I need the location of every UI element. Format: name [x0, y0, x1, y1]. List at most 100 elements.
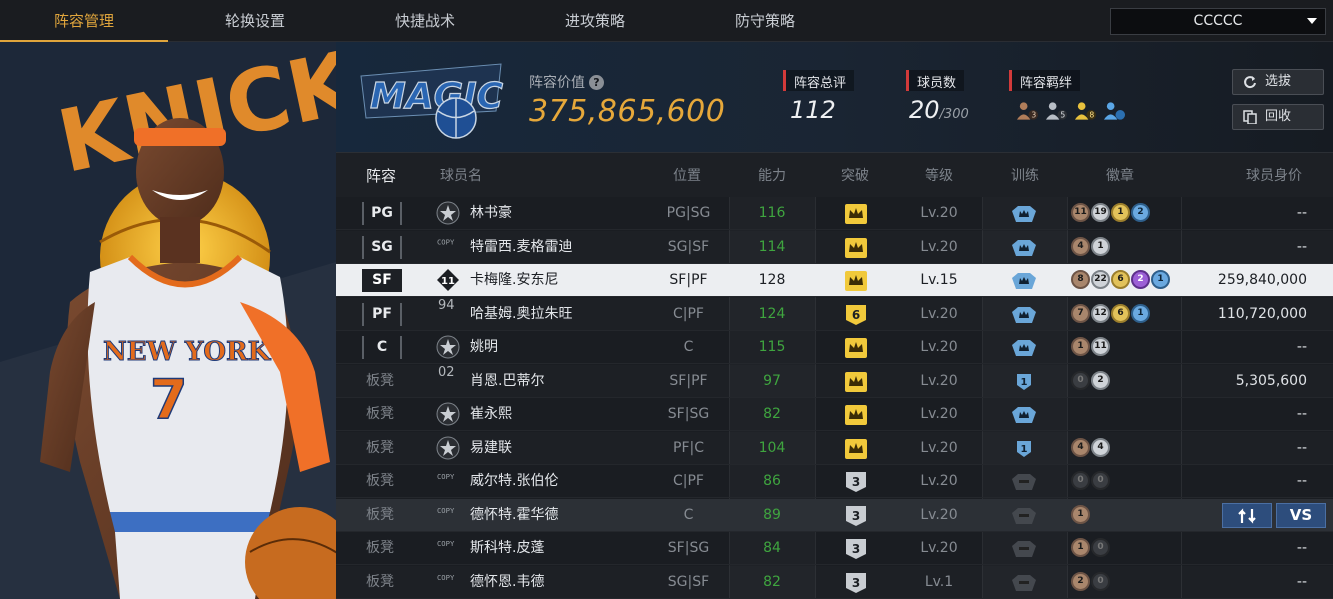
player-name[interactable]: 易建联 — [470, 432, 512, 465]
bench-slot[interactable]: 板凳 — [366, 398, 394, 431]
badge-chip[interactable]: 1 — [1071, 538, 1090, 557]
badge-chip[interactable]: 1 — [1151, 270, 1170, 289]
tab-quick-tactics[interactable]: 快捷战术 — [340, 0, 510, 42]
recycle-button[interactable]: 回收 — [1232, 104, 1324, 130]
bench-slot[interactable]: 板凳 — [366, 465, 394, 498]
bond-icon-bronze[interactable]: 3 — [1016, 100, 1039, 122]
breakthrough-number-text: 6 — [852, 308, 860, 322]
badge-chip[interactable]: 7 — [1071, 303, 1090, 323]
training-crown-icon — [1012, 273, 1036, 289]
badge-chip[interactable]: 1 — [1091, 236, 1110, 256]
bench-slot[interactable]: 板凳 — [366, 532, 394, 565]
vs-button[interactable]: VS — [1276, 502, 1326, 528]
badge-chip[interactable]: 1 — [1131, 303, 1150, 323]
player-position: SF|PF — [669, 272, 708, 288]
badge-chip[interactable]: 4 — [1071, 236, 1090, 256]
training-none-icon — [1012, 541, 1036, 557]
table-row[interactable]: 板凳 02 肖恩.巴蒂尔 SF|PF 97 Lv.20 1 0 2 5,305,600 — [336, 365, 1333, 398]
col-header-training[interactable]: 训练 — [1011, 165, 1039, 185]
badge-chip[interactable]: 4 — [1091, 437, 1110, 457]
copy-card-icon: COPY — [436, 237, 455, 247]
tab-rotation[interactable]: 轮换设置 — [170, 0, 340, 42]
swap-button[interactable] — [1222, 502, 1272, 528]
col-header-level[interactable]: 等级 — [925, 165, 953, 185]
badge-chip[interactable]: 2 — [1091, 370, 1110, 390]
player-name[interactable]: 崔永熙 — [470, 398, 512, 431]
col-header-position[interactable]: 位置 — [673, 165, 701, 185]
player-ability: 128 — [758, 272, 786, 288]
svg-text:5: 5 — [1060, 111, 1065, 120]
table-row[interactable]: 板凳 COPY 斯科特.皮蓬 SF|SG 84 3 Lv.20 1 0 -- — [336, 532, 1333, 565]
table-row[interactable]: PF 94 哈基姆.奥拉朱旺 C|PF 124 6 Lv.20 7 12 6 1 110,720,00… — [336, 298, 1333, 331]
team-select-dropdown[interactable]: CCCCC — [1110, 8, 1326, 35]
badge-chip[interactable]: 12 — [1091, 303, 1110, 323]
player-name[interactable]: 肖恩.巴蒂尔 — [470, 365, 544, 398]
table-row[interactable]: 板凳 COPY 德怀恩.韦德 SG|SF 82 3 Lv.1 2 0 -- — [336, 566, 1333, 599]
player-name[interactable]: 斯科特.皮蓬 — [470, 532, 544, 565]
tab-defense[interactable]: 防守策略 — [680, 0, 850, 42]
badge-chip[interactable]: 2 — [1131, 203, 1150, 222]
col-header-breakthrough[interactable]: 突破 — [841, 165, 869, 185]
copy-card-icon: COPY — [436, 539, 455, 548]
badge-chip[interactable]: 0 — [1091, 538, 1110, 557]
scout-button[interactable]: 选拔 — [1232, 69, 1324, 95]
badge-chip[interactable]: 22 — [1091, 270, 1110, 289]
player-name[interactable]: 卡梅隆.安东尼 — [470, 264, 558, 297]
badge-chip[interactable]: 0 — [1091, 471, 1110, 490]
bench-slot[interactable]: 板凳 — [366, 499, 394, 532]
bench-slot[interactable]: 板凳 — [366, 365, 394, 398]
bond-icon-gold[interactable]: 8 — [1074, 100, 1097, 122]
table-row[interactable]: PG 林书豪 PG|SG 116 Lv.20 11 19 1 2 -- — [336, 197, 1333, 230]
player-name[interactable]: 哈基姆.奥拉朱旺 — [470, 298, 572, 331]
player-name[interactable]: 特雷西.麦格雷迪 — [470, 231, 572, 264]
player-ability: 86 — [763, 473, 781, 489]
badge-chip[interactable]: 1 — [1071, 504, 1090, 524]
crown-rank-icon — [845, 237, 867, 258]
badge-chip[interactable]: 4 — [1071, 437, 1090, 457]
col-header-ability[interactable]: 能力 — [758, 165, 786, 185]
player-name[interactable]: 威尔特.张伯伦 — [470, 465, 558, 498]
badge-chip[interactable]: 0 — [1091, 571, 1110, 591]
badge-chip[interactable]: 11 — [1091, 337, 1110, 356]
table-row[interactable]: 板凳 COPY 威尔特.张伯伦 C|PF 86 3 Lv.20 0 0 -- — [336, 465, 1333, 498]
table-row[interactable]: 板凳 崔永熙 SF|SG 82 Lv.20 -- — [336, 398, 1333, 431]
badge-chip[interactable]: 0 — [1071, 370, 1090, 390]
badge-chip[interactable]: 8 — [1071, 270, 1090, 289]
badge-chip[interactable]: 11 — [1071, 203, 1090, 222]
player-name[interactable]: 姚明 — [470, 331, 498, 364]
badge-chip[interactable]: 1 — [1071, 337, 1090, 356]
badge-chip[interactable]: 6 — [1111, 270, 1130, 289]
bond-icon-silver[interactable]: 5 — [1045, 100, 1068, 122]
lineup-slot[interactable]: PG — [362, 202, 402, 225]
badge-chip[interactable]: 1 — [1111, 203, 1130, 222]
lineup-slot[interactable]: C — [362, 336, 402, 359]
bond-icon-blue[interactable] — [1103, 100, 1126, 122]
player-name[interactable]: 德怀特.霍华德 — [470, 499, 558, 532]
table-row[interactable]: C 姚明 C 115 Lv.20 1 11 -- — [336, 331, 1333, 364]
col-header-value[interactable]: 球员身价 — [1246, 165, 1302, 185]
badge-chip[interactable]: 2 — [1131, 270, 1150, 289]
col-header-badges[interactable]: 徽章 — [1106, 165, 1134, 185]
badge-chip[interactable]: 0 — [1071, 471, 1090, 490]
help-icon[interactable]: ? — [589, 75, 604, 90]
lineup-slot[interactable]: PF — [362, 302, 402, 326]
badge-chip[interactable]: 19 — [1091, 203, 1110, 222]
lineup-slot[interactable]: SG — [362, 235, 402, 259]
table-row[interactable]: 板凳 易建联 PF|C 104 Lv.20 1 4 4 -- — [336, 432, 1333, 465]
lineup-slot[interactable]: SF — [362, 269, 402, 292]
tab-lineup[interactable]: 阵容管理 — [0, 0, 168, 42]
table-row[interactable]: SG COPY 特雷西.麦格雷迪 SG|SF 114 Lv.20 4 1 -- — [336, 231, 1333, 264]
badge-chip[interactable]: 2 — [1071, 571, 1090, 591]
table-row[interactable]: SF 11 卡梅隆.安东尼 SF|PF 128 Lv.15 8 22 6 2 1 259,840,00… — [336, 264, 1333, 297]
table-row[interactable]: 板凳 COPY 德怀特.霍华德 C 89 3 Lv.20 1 VS — [336, 498, 1333, 532]
col-header-name[interactable]: 球员名 — [440, 165, 482, 185]
player-name[interactable]: 德怀恩.韦德 — [470, 566, 544, 599]
col-header-lineup[interactable]: 阵容 — [366, 165, 396, 186]
bench-slot[interactable]: 板凳 — [366, 566, 394, 599]
player-name[interactable]: 林书豪 — [470, 197, 512, 230]
lineup-value-label: 阵容价值? — [529, 72, 604, 92]
bench-slot[interactable]: 板凳 — [366, 432, 394, 465]
player-position: SF|SG — [667, 406, 710, 422]
badge-chip[interactable]: 6 — [1111, 303, 1130, 323]
tab-offense[interactable]: 进攻策略 — [510, 0, 680, 42]
